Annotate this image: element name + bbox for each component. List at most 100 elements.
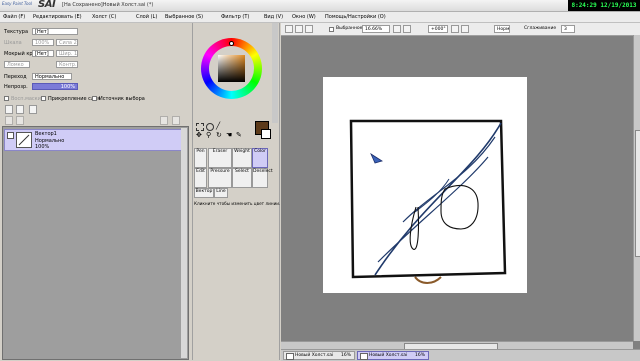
tool-vector-label: Вектор [195,189,213,194]
tool-color-label: Color [254,149,266,154]
color-panel-scrollbar[interactable] [272,23,278,123]
tool-pen-label: Pen [196,149,205,154]
layer-list-scrollbar[interactable] [181,128,187,358]
stabilizer-select[interactable]: 3 [561,25,575,33]
rotate-right-button[interactable] [461,25,469,33]
canvas-vertical-scrollbar[interactable] [633,35,640,341]
menu-help[interactable]: Помощь/Настройки (O) [325,14,386,20]
magic-wand-icon[interactable]: ╱ [216,123,220,130]
window-title: [На Сохранено]Новый Холст.sai (*) [62,2,154,8]
delete-layer-button[interactable] [172,116,180,125]
hand-icon[interactable]: ☚ [226,132,232,139]
document-tabs: Новый Холст.sai 16% Новый Холст.sai 16% [281,349,640,361]
move-icon[interactable]: ✥ [196,132,202,139]
tool-panel: ╱ ✥ ⚲ ↻ ☚ ✎ Pen Eraser Weight Color Edit… [193,23,280,360]
clear-layer-button[interactable] [160,116,168,125]
contrast-field[interactable]: Контр. 10 [56,61,78,68]
opacity-label: Непрозр. [4,84,28,90]
zoom-icon[interactable]: ⚲ [206,132,211,139]
document-tab-zoom: 16% [340,353,351,358]
merge-down-button[interactable] [16,116,24,125]
tool-edit[interactable]: Edit [194,168,207,188]
view-mode-select[interactable]: Норм [494,25,510,33]
transfer-down-button[interactable] [5,116,13,125]
document-tab-name: Новый Холст.sai [295,353,334,358]
layer-opacity: 100% [35,144,50,150]
document-tab[interactable]: Новый Холст.sai 16% [283,351,355,360]
tool-select-label: Select [235,169,249,174]
canvas-vertical-scroll-thumb[interactable] [635,130,640,257]
brittle-field[interactable]: Ломко [4,61,30,68]
tool-line-label: Line [216,189,226,194]
mask-checkbox[interactable] [4,96,9,101]
selection-checkbox[interactable] [329,27,334,32]
clock-date: 12/19/2013 [600,2,637,9]
secondary-color-swatch[interactable] [261,129,271,139]
tool-eraser[interactable]: Eraser [208,148,232,168]
selection-source-checkbox[interactable] [92,96,97,101]
effect-width-field[interactable]: Шир. 10 [56,50,78,57]
zoom-out-button[interactable] [393,25,401,33]
zoom-in-button[interactable] [403,25,411,33]
menu-edit[interactable]: Редактировать (E) [33,14,82,20]
tool-eraser-label: Eraser [212,149,228,154]
tool-pressure[interactable]: Pressure [208,168,232,188]
menu-window[interactable]: Окно (W) [292,14,316,20]
scale-field[interactable]: 100% [32,39,54,46]
zoom-field[interactable]: 16.66% [362,25,390,33]
menu-selection[interactable]: Выбранное (S) [165,14,203,20]
document-icon [286,353,294,360]
rotate-icon[interactable]: ↻ [216,132,222,139]
menu-canvas[interactable]: Холст (C) [92,14,116,20]
effect-select[interactable]: [Нет] [32,50,54,57]
invert-selection-button[interactable] [305,25,313,33]
drawing-canvas[interactable] [323,77,527,293]
strength-field[interactable]: Сила 20 [56,39,78,46]
lasso-icon[interactable] [206,123,214,131]
menu-view[interactable]: Вид (V) [264,14,283,20]
layer-item[interactable]: Вектор1 Нормально 100% [4,129,184,151]
app-logo: SAI [38,0,56,10]
layer-list: Вектор1 Нормально 100% [2,126,189,360]
tool-vector[interactable]: Вектор [194,188,214,198]
eye-icon[interactable] [7,132,14,139]
canvas-toolbar: Выбранное 16.66% +000° Норм Сглаживание … [281,23,640,36]
canvas-drawing [349,119,507,284]
document-tab-active[interactable]: Новый Холст.sai 16% [357,351,429,360]
tool-weight-label: Weight [234,149,250,154]
eyedropper-icon[interactable]: ✎ [236,132,242,139]
texture-select[interactable]: [Нет] [32,28,78,35]
tool-weight[interactable]: Weight [232,148,252,168]
tool-line[interactable]: Line [214,188,228,198]
canvas-area: Выбранное 16.66% +000° Норм Сглаживание … [281,23,640,360]
tool-edit-label: Edit [196,169,205,174]
new-layer-button[interactable] [5,105,13,114]
deselect-button[interactable] [295,25,303,33]
mask-checkbox-label: Восп.маски [11,96,41,102]
layer-name: Вектор1 [35,131,57,137]
tool-deselect[interactable]: Deselect [252,168,273,188]
layer-thumbnail [16,132,32,148]
tool-pen[interactable]: Pen [194,148,207,168]
new-folder-button[interactable] [29,105,37,114]
menu-filter[interactable]: Фильтр (T) [221,14,249,20]
left-panel: Текстура [Нет] Шкала 100% Сила 20 Мокрый… [0,23,193,360]
tool-select[interactable]: Select [232,168,252,188]
menu-file[interactable]: Файл (F) [3,14,25,20]
new-vector-layer-button[interactable] [16,105,24,114]
document-icon [360,353,368,360]
tool-hint: Кликните чтобы изменить цвет линии. [194,201,281,206]
rotation-field[interactable]: +000° [428,25,448,33]
clip-layer-checkbox[interactable] [41,96,46,101]
tool-color[interactable]: Color [252,148,268,168]
color-square[interactable] [218,55,245,82]
menu-bar: Файл (F) Редактировать (E) Холст (C) Сло… [0,12,640,23]
menu-layer[interactable]: Слой (L) [136,14,157,20]
select-rect-icon[interactable] [196,123,204,131]
stabilizer-label: Сглаживание [524,26,557,31]
opacity-slider[interactable]: 100% [32,83,78,90]
tool-deselect-label: Deselect [253,169,273,174]
select-all-button[interactable] [285,25,293,33]
rotate-left-button[interactable] [451,25,459,33]
blend-mode-select[interactable]: Нормально [32,73,72,80]
